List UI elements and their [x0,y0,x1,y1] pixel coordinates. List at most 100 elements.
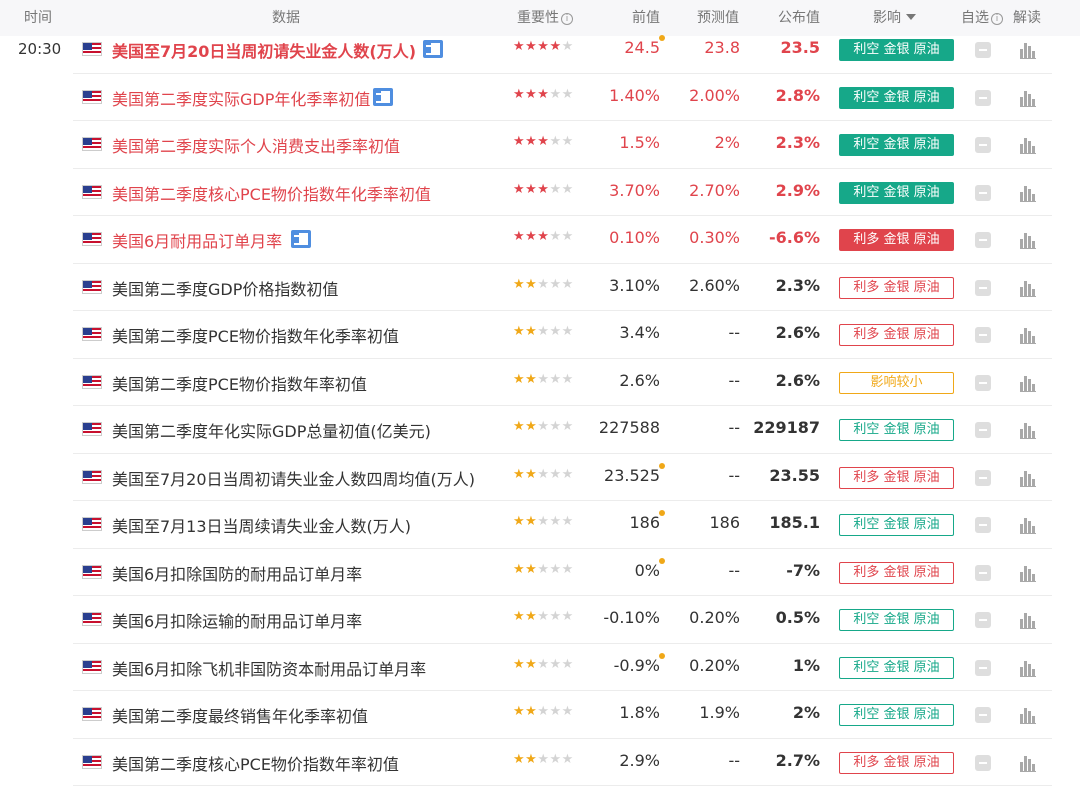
row-divider [73,785,1052,786]
document-icon[interactable] [291,230,311,248]
actual-value: 2.3% [775,133,820,152]
event-name[interactable]: 美国6月扣除飞机非国防资本耐用品订单月率 [112,656,426,680]
event-name[interactable]: 美国6月扣除运输的耐用品订单月率 [112,608,362,632]
table-row[interactable]: 美国至7月20日当周初请失业金人数四周均值(万人) ★★★★★ 23.525 -… [0,454,1080,501]
table-row[interactable]: 美国第二季度核心PCE物价指数年化季率初值 ★★★★★ 3.70% 2.70% … [0,169,1080,216]
watch-checkbox[interactable] [975,137,991,153]
bar-chart-icon[interactable] [1020,612,1036,629]
bar-chart-icon[interactable] [1020,565,1036,582]
us-flag-icon [82,184,102,199]
table-row[interactable]: 美国第二季度实际个人消费支出季率初值 ★★★★★ 1.5% 2% 2.3% 利空… [0,121,1080,169]
watch-checkbox[interactable] [975,374,991,391]
bar-chart-icon[interactable] [1020,232,1036,249]
document-icon[interactable] [373,87,393,106]
star-empty-icon: ★★★ [537,371,574,387]
bar-chart-icon[interactable] [1020,470,1036,487]
previous-value: 1.40% [609,86,660,105]
table-row[interactable]: 美国第二季度最终销售年化季率初值 ★★★★★ 1.8% 1.9% 2% 利空 金… [0,691,1080,739]
bar-chart-icon[interactable] [1020,137,1036,154]
info-icon[interactable]: i [561,13,573,25]
star-empty-icon: ★★★ [537,751,574,767]
bar-chart-icon[interactable] [1020,280,1036,297]
event-name[interactable]: 美国第二季度实际个人消费支出季率初值 [112,133,400,157]
actual-value: 2.3% [775,275,820,295]
watch-checkbox[interactable] [975,89,991,106]
importance-stars: ★★★★★ [513,419,574,434]
revised-dot-icon [659,35,665,41]
previous-value: 3.4% [619,323,660,342]
bar-chart-icon[interactable] [1020,185,1036,202]
star-filled-icon: ★★ [513,324,538,339]
actual-value: 2.6% [775,323,820,342]
table-row[interactable]: 美国第二季度实际GDP年化季率初值 ★★★★★ 1.40% 2.00% 2.8%… [0,74,1080,121]
event-name[interactable]: 美国第二季度PCE物价指数年化季率初值 [112,323,399,347]
previous-value-text: 3.10% [609,275,660,295]
star-filled-icon: ★★★ [513,134,550,149]
importance-stars: ★★★★★ [513,182,574,197]
bar-chart-icon[interactable] [1020,42,1036,59]
table-row[interactable]: 美国第二季度GDP价格指数初值 ★★★★★ 3.10% 2.60% 2.3% 利… [0,264,1080,311]
table-row[interactable]: 美国至7月13日当周续请失业金人数(万人) ★★★★★ 186 186 185.… [0,501,1080,549]
us-flag-icon [82,42,102,56]
event-name[interactable]: 美国第二季度PCE物价指数年率初值 [112,371,367,395]
event-name[interactable]: 美国至7月13日当周续请失业金人数(万人) [112,513,411,537]
bar-chart-icon[interactable] [1020,90,1036,107]
bar-chart-icon[interactable] [1020,660,1036,677]
table-row[interactable]: 美国第二季度PCE物价指数年化季率初值 ★★★★★ 3.4% -- 2.6% 利… [0,311,1080,359]
star-empty-icon: ★★★ [537,561,574,577]
event-name[interactable]: 美国第二季度核心PCE物价指数年化季率初值 [112,181,431,205]
event-name[interactable]: 美国第二季度最终销售年化季率初值 [112,703,368,727]
us-flag-icon [82,564,102,579]
impact-badge: 利空 金银 原油 [839,704,954,726]
table-row[interactable]: 美国6月扣除运输的耐用品订单月率 ★★★★★ -0.10% 0.20% 0.5%… [0,596,1080,644]
star-filled-icon: ★★★ [513,181,550,197]
watch-checkbox[interactable] [975,232,991,248]
bar-chart-icon[interactable] [1020,327,1036,344]
event-name[interactable]: 美国第二季度核心PCE物价指数年率初值 [112,751,399,775]
event-name[interactable]: 美国6月耐用品订单月率 [112,228,282,252]
watch-checkbox[interactable] [975,422,991,438]
caret-down-icon[interactable] [906,14,916,20]
us-flag-icon [82,469,102,484]
bar-chart-icon[interactable] [1020,707,1036,724]
table-row[interactable]: 美国6月扣除飞机非国防资本耐用品订单月率 ★★★★★ -0.9% 0.20% 1… [0,644,1080,691]
bar-chart-icon[interactable] [1020,375,1036,392]
info-icon[interactable]: i [991,13,1003,25]
event-name[interactable]: 美国至7月20日当周初请失业金人数四周均值(万人) [112,466,475,490]
watch-checkbox[interactable] [975,754,991,771]
us-flag-icon [82,137,102,151]
table-row[interactable]: 美国6月扣除国防的耐用品订单月率 ★★★★★ 0% -- -7% 利多 金银 原… [0,549,1080,596]
watch-checkbox[interactable] [975,184,991,201]
event-name[interactable]: 美国至7月20日当周初请失业金人数(万人) [112,38,416,62]
impact-badge: 利空 金银 原油 [839,419,954,441]
watch-checkbox[interactable] [975,707,991,723]
watch-checkbox[interactable] [975,42,991,58]
event-name[interactable]: 美国第二季度GDP价格指数初值 [112,276,338,300]
table-row[interactable]: 美国第二季度核心PCE物价指数年率初值 ★★★★★ 2.9% -- 2.7% 利… [0,739,1080,786]
watch-checkbox[interactable] [975,469,991,486]
watch-checkbox[interactable] [975,564,991,581]
bar-chart-icon[interactable] [1020,422,1036,439]
table-row[interactable]: 美国6月耐用品订单月率 ★★★★★ 0.10% 0.30% -6.6% 利多 金… [0,216,1080,264]
previous-value-text: 1.40% [609,85,660,105]
bar-chart-icon[interactable] [1020,755,1036,772]
watch-checkbox[interactable] [975,517,991,533]
watch-checkbox[interactable] [975,327,991,343]
previous-value-text: 2.9% [619,750,660,770]
document-icon[interactable] [423,40,443,58]
impact-badge: 利空 金银 原油 [839,514,954,536]
bar-chart-icon[interactable] [1020,517,1036,534]
watch-checkbox[interactable] [975,612,991,628]
event-name[interactable]: 美国6月扣除国防的耐用品订单月率 [112,561,362,585]
importance-stars: ★★★★★ [513,372,574,387]
watch-checkbox[interactable] [975,279,991,296]
previous-value-text: 0.10% [609,228,660,247]
event-name[interactable]: 美国第二季度年化实际GDP总量初值(亿美元) [112,418,431,442]
table-row[interactable]: 20:30 美国至7月20日当周初请失业金人数(万人) ★★★★★ 24.5 2… [0,26,1080,74]
us-flag-icon [82,89,102,104]
previous-value: 2.9% [619,751,660,770]
watch-checkbox[interactable] [975,659,991,676]
table-row[interactable]: 美国第二季度年化实际GDP总量初值(亿美元) ★★★★★ 227588 -- 2… [0,406,1080,454]
table-row[interactable]: 美国第二季度PCE物价指数年率初值 ★★★★★ 2.6% -- 2.6% 影响较… [0,359,1080,406]
event-name[interactable]: 美国第二季度实际GDP年化季率初值 [112,86,370,110]
